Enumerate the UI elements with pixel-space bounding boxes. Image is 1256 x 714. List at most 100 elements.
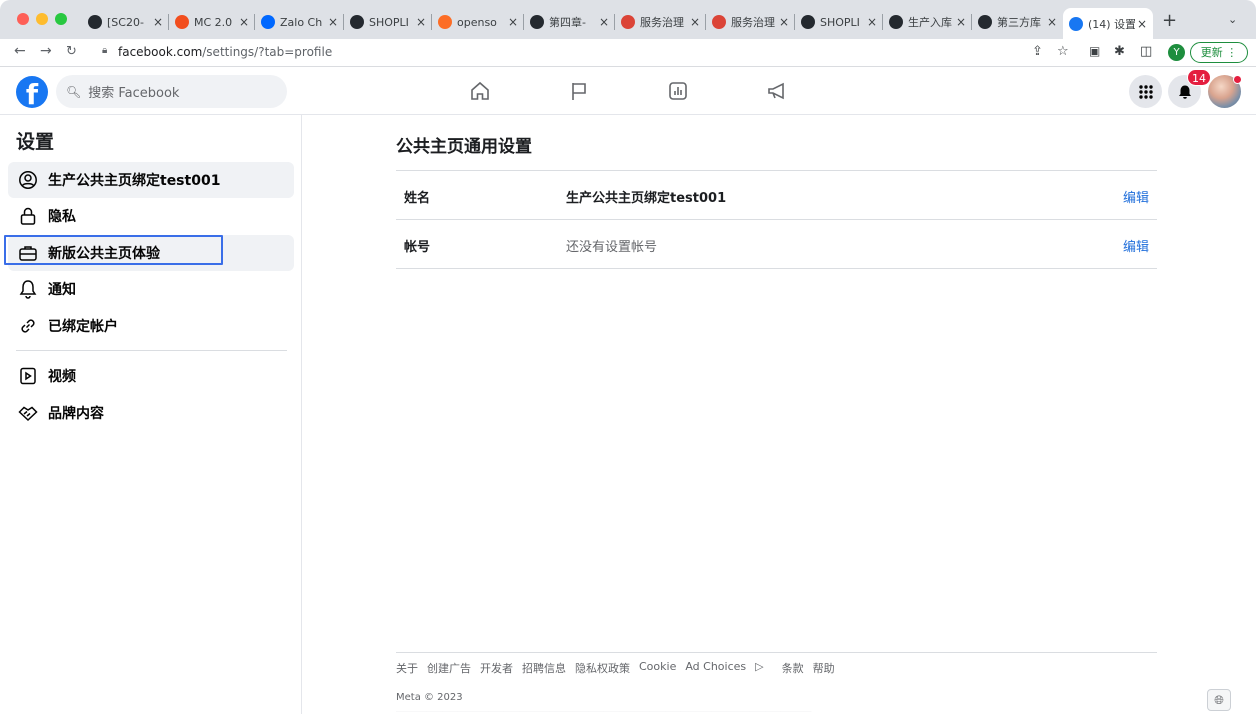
sidebar-item-label: 已绑定帐户	[48, 319, 118, 335]
tab-title: [SC20-	[107, 15, 144, 29]
profile-avatar[interactable]: Y	[1168, 44, 1185, 61]
avatar-status-dot	[1233, 75, 1242, 84]
edit-name-link[interactable]: 编辑	[1123, 187, 1149, 206]
video-icon	[18, 366, 38, 386]
tab-close-icon[interactable]: ×	[1135, 17, 1149, 31]
settings-row-username: 帐号 还没有设置帐号 编辑	[396, 220, 1157, 269]
tab-close-icon[interactable]: ×	[688, 15, 702, 29]
tab-close-icon[interactable]: ×	[506, 15, 520, 29]
flag-icon[interactable]	[565, 77, 593, 105]
globe-icon[interactable]: 🌐︎	[1207, 689, 1231, 711]
tab-close-icon[interactable]: ×	[1045, 15, 1059, 29]
close-window-button[interactable]	[17, 13, 29, 25]
chrome-icon	[621, 15, 635, 29]
megaphone-icon[interactable]	[763, 77, 791, 105]
footer-link-help[interactable]: 帮助	[813, 660, 835, 676]
footer-link-terms[interactable]: 条款	[782, 660, 804, 676]
browser-tab[interactable]: Zalo Ch ×	[255, 8, 344, 36]
sidebar-item-linked-accounts[interactable]: 已绑定帐户	[8, 308, 294, 344]
footer-link-developers[interactable]: 开发者	[480, 660, 513, 676]
minimize-window-button[interactable]	[36, 13, 48, 25]
bookmark-star-icon[interactable]: ☆	[1057, 44, 1069, 59]
sidebar-title: 设置	[16, 131, 55, 153]
tab-close-icon[interactable]: ×	[865, 15, 879, 29]
tab-title: SHOPLI	[369, 15, 409, 29]
tab-close-icon[interactable]: ×	[237, 15, 251, 29]
sidebar-item-privacy[interactable]: 隐私	[8, 198, 294, 234]
github-icon	[530, 15, 544, 29]
address-bar[interactable]: facebook.com/settings/?tab=profile	[118, 45, 332, 59]
tab-title: openso	[457, 15, 497, 29]
tab-title: SHOPLI	[820, 15, 860, 29]
maximize-window-button[interactable]	[55, 13, 67, 25]
sidebar-item-label: 新版公共主页体验	[48, 246, 160, 262]
sidebar-item-video[interactable]: 视频	[8, 358, 294, 394]
sidebar-item-label: 隐私	[48, 209, 76, 225]
tab-close-icon[interactable]: ×	[954, 15, 968, 29]
setting-value: 还没有设置帐号	[566, 240, 658, 255]
update-button[interactable]: 更新 ⋮	[1190, 42, 1248, 63]
browser-tab[interactable]: SHOPLI ×	[795, 8, 883, 36]
footer-link-careers[interactable]: 招聘信息	[522, 660, 566, 676]
sidebar-item-branded-content[interactable]: 品牌内容	[8, 395, 294, 431]
tab-title: Zalo Ch	[280, 15, 323, 29]
footer-link-create-ad[interactable]: 创建广告	[427, 660, 471, 676]
browser-tab[interactable]: MC 2.0 ×	[169, 8, 255, 36]
notification-badge: 14	[1187, 69, 1211, 86]
sidebar-divider	[16, 350, 287, 351]
footer-link-about[interactable]: 关于	[396, 660, 418, 676]
browser-tab[interactable]: 服务治理 ×	[706, 8, 795, 36]
tab-close-icon[interactable]: ×	[777, 15, 791, 29]
facebook-logo[interactable]: f	[16, 76, 48, 108]
sidepanel-icon[interactable]: ◫	[1140, 44, 1152, 59]
puzzle-icon[interactable]: ✱	[1114, 44, 1125, 59]
browser-tab[interactable]: 生产入库 ×	[883, 8, 972, 36]
search-input[interactable]: 🔍︎ 搜索 Facebook	[56, 75, 287, 108]
forward-arrow-icon[interactable]: →	[40, 43, 52, 59]
tab-title: 生产入库	[908, 16, 952, 29]
browser-tab[interactable]: SHOPLI ×	[344, 8, 432, 36]
browser-tab[interactable]: openso ×	[432, 8, 524, 36]
setting-key: 帐号	[404, 240, 431, 255]
tab-close-icon[interactable]: ×	[326, 15, 340, 29]
sidebar-item-new-pages-experience[interactable]: 新版公共主页体验	[8, 235, 294, 271]
home-icon[interactable]	[466, 77, 494, 105]
ad-choices-label: Ad Choices	[685, 660, 747, 673]
menu-grid-icon[interactable]	[1129, 75, 1162, 108]
lock-icon[interactable]: 🔒︎	[102, 45, 107, 56]
share-icon[interactable]: ⇪	[1032, 44, 1043, 59]
tab-close-icon[interactable]: ×	[414, 15, 428, 29]
sidebar-item-label: 生产公共主页绑定test001	[48, 173, 221, 189]
tab-search-chevron-icon[interactable]: ⌄	[1228, 13, 1237, 26]
settings-row-name: 姓名 生产公共主页绑定test001 编辑	[396, 171, 1157, 220]
sidebar-item-label: 品牌内容	[48, 406, 104, 422]
browser-tab[interactable]: 服务治理 ×	[615, 8, 706, 36]
tab-title: 服务治理	[731, 16, 775, 29]
update-label: 更新	[1200, 46, 1223, 59]
setting-key: 姓名	[404, 191, 431, 206]
insights-icon[interactable]	[664, 77, 692, 105]
facebook-icon	[1069, 16, 1083, 31]
footer-link-ad-choices[interactable]: Ad Choices ▷	[685, 660, 772, 676]
sidebar-item-notifications[interactable]: 通知	[8, 271, 294, 307]
browser-tab[interactable]: 第四章- ×	[524, 8, 615, 36]
url-path: /settings/?tab=profile	[202, 45, 333, 59]
footer-links: 关于 创建广告 开发者 招聘信息 隐私权政策 Cookie Ad Choices…	[396, 652, 1157, 676]
tab-title: 服务治理	[640, 16, 684, 29]
footer-link-cookies[interactable]: Cookie	[639, 660, 676, 676]
footer-languages-cutoff: ▁▁▁▁▁▁▁▁▁▁▁▁▁▁▁▁▁▁▁▁▁▁▁▁▁▁▁▁▁▁▁▁▁▁▁▁▁▁▁▁…	[396, 706, 812, 712]
footer-link-privacy[interactable]: 隐私权政策	[575, 660, 630, 676]
tab-close-icon[interactable]: ×	[597, 15, 611, 29]
sidebar-item-label: 视频	[48, 369, 76, 385]
browser-tab[interactable]: 第三方库 ×	[972, 8, 1063, 36]
extension-icon[interactable]: ▣	[1089, 44, 1100, 58]
back-arrow-icon[interactable]: ←	[14, 43, 26, 59]
browser-tab[interactable]: (14) 设置 ×	[1063, 8, 1153, 39]
new-tab-button[interactable]: +	[1162, 10, 1177, 31]
github-icon	[88, 15, 102, 29]
edit-username-link[interactable]: 编辑	[1123, 236, 1149, 255]
sidebar-item-profile[interactable]: 生产公共主页绑定test001	[8, 162, 294, 198]
browser-tab[interactable]: [SC20- ×	[82, 8, 169, 36]
tab-close-icon[interactable]: ×	[151, 15, 165, 29]
reload-icon[interactable]: ↻	[66, 44, 77, 59]
